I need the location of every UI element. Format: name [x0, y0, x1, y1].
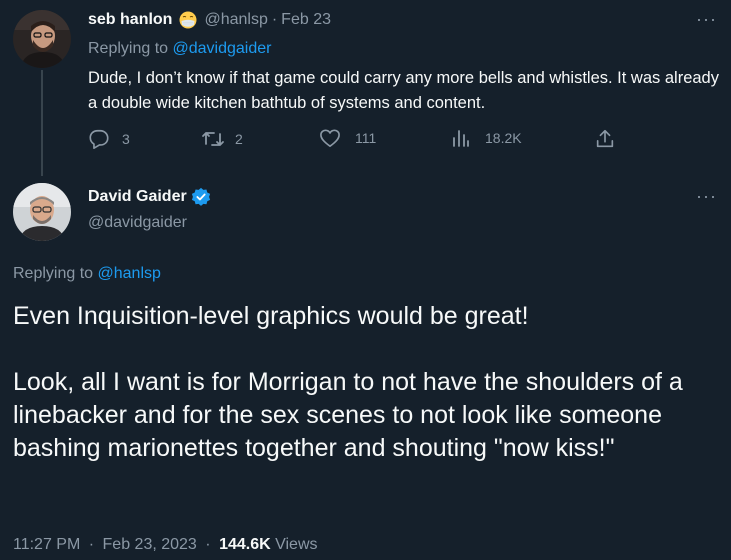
main-tweet-paragraph-1: Even Inquisition-level graphics would be… — [13, 302, 529, 330]
reply-separator: · — [271, 11, 278, 28]
main-meta-separator-2: · — [205, 536, 211, 553]
replying-to-mention[interactable]: @davidgaider — [173, 40, 272, 57]
retweet-count: 2 — [235, 131, 243, 147]
reply-action-bar: 3 2 111 18.2K — [88, 128, 618, 158]
main-meta-separator-1: · — [88, 536, 95, 553]
share-button[interactable] — [594, 128, 616, 150]
reply-date[interactable]: Feb 23 — [281, 10, 331, 30]
main-tweet-meta: 11:27 PM · Feb 23, 2023 · 144.6K Views — [13, 535, 318, 555]
reply-bubble-icon — [89, 129, 109, 149]
like-button[interactable]: 111 — [319, 128, 376, 148]
main-tweet-date[interactable]: Feb 23, 2023 — [103, 536, 197, 553]
views-button[interactable]: 18.2K — [451, 128, 522, 148]
analytics-bars-icon — [453, 130, 469, 147]
replying-to-label: Replying to — [88, 40, 173, 57]
thread-connector-line — [41, 70, 43, 176]
main-author-avatar[interactable] — [13, 183, 71, 241]
reply-count: 3 — [122, 131, 130, 147]
main-author-name[interactable]: David Gaider — [88, 187, 187, 207]
retweet-button[interactable]: 2 — [201, 128, 243, 150]
reply-author-handle[interactable]: @hanlsp — [204, 10, 267, 30]
mask-face-emoji-icon — [178, 10, 198, 30]
main-tweet-paragraph-2: Look, all I want is for Morrigan to not … — [13, 368, 683, 462]
main-tweet-views-count: 144.6K — [219, 536, 271, 553]
main-replying-to-label: Replying to — [13, 265, 98, 282]
main-replying-to-mention[interactable]: @hanlsp — [98, 265, 161, 282]
share-upload-icon — [596, 129, 614, 148]
main-author-handle[interactable]: @davidgaider — [88, 213, 187, 233]
reply-tweet[interactable]: seb hanlon @hanlsp · Feb 23 ··· Replying… — [0, 0, 731, 180]
verified-badge-icon — [191, 187, 211, 207]
main-replying-to: Replying to @hanlsp — [13, 264, 161, 284]
reply-tweet-text: Dude, I don’t know if that game could ca… — [88, 69, 719, 112]
retweet-icon — [202, 132, 224, 146]
reply-more-options-icon[interactable]: ··· — [696, 9, 717, 30]
main-tweet-views-label: Views — [270, 536, 318, 553]
like-count: 111 — [355, 130, 377, 146]
view-count: 18.2K — [485, 130, 522, 146]
main-tweet-time[interactable]: 11:27 PM — [13, 536, 80, 553]
reply-author-name[interactable]: seb hanlon — [88, 10, 172, 30]
main-author-header: David Gaider — [88, 187, 211, 207]
reply-button[interactable]: 3 — [88, 128, 130, 150]
main-more-options-icon[interactable]: ··· — [696, 186, 717, 207]
main-tweet-text: Even Inquisition-level graphics would be… — [13, 300, 723, 465]
reply-author-avatar[interactable] — [13, 10, 71, 68]
heart-icon — [320, 129, 340, 147]
reply-header: seb hanlon @hanlsp · Feb 23 — [88, 10, 331, 30]
reply-replying-to: Replying to @davidgaider — [88, 39, 271, 59]
